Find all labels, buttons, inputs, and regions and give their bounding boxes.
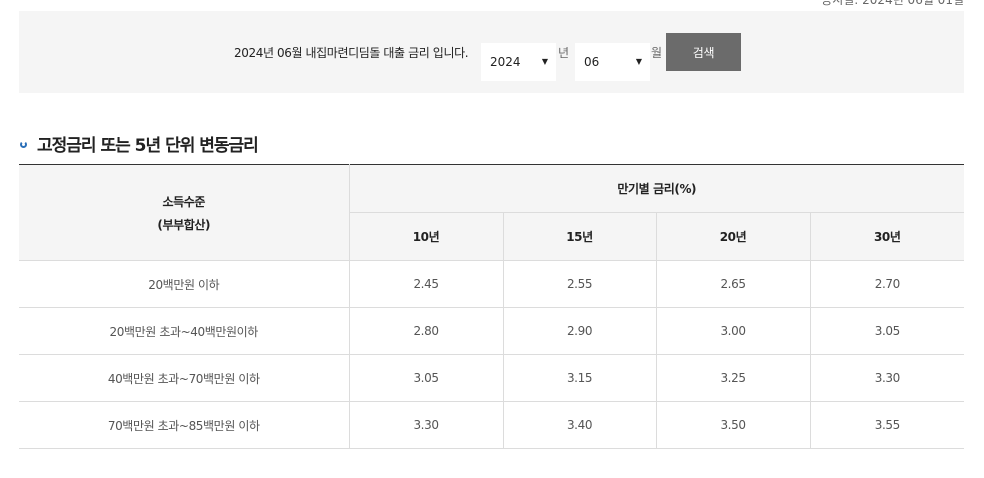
income-header-sub: (부부합산) — [157, 217, 211, 232]
rate-cell: 2.90 — [503, 307, 657, 355]
table-row: 40백만원 초과~70백만원 이하 3.05 3.15 3.25 3.30 — [19, 354, 965, 402]
rate-cell: 3.05 — [810, 307, 965, 355]
rate-cell: 3.05 — [349, 354, 504, 402]
year-select-value: 2024 — [490, 55, 521, 69]
section-title: 고정금리 또는 5년 단위 변동금리 — [37, 136, 259, 156]
caret-down-icon: ▼ — [541, 57, 548, 66]
table-header-row: 소득수준 (부부합산) 만기별 금리(%) — [19, 164, 965, 261]
circle-bullet-icon — [20, 141, 27, 148]
income-cell: 70백만원 초과~85백만원 이하 — [19, 401, 350, 449]
rate-cell: 2.65 — [656, 260, 811, 308]
maturity-header: 만기별 금리(%) — [349, 164, 965, 213]
rate-cell: 3.55 — [810, 401, 965, 449]
term-header: 20년 — [656, 212, 811, 261]
month-select[interactable]: 06 ▼ — [575, 43, 650, 81]
search-description: 2024년 06월 내집마련디딤돌 대출 금리 입니다. — [234, 46, 469, 60]
rate-cell: 2.55 — [503, 260, 657, 308]
rate-cell: 2.45 — [349, 260, 504, 308]
term-header: 15년 — [503, 212, 657, 261]
rate-cell: 3.30 — [349, 401, 504, 449]
search-button[interactable]: 검색 — [666, 33, 741, 71]
rate-cell: 2.80 — [349, 307, 504, 355]
income-cell: 20백만원 초과~40백만원이하 — [19, 307, 350, 355]
table-row: 20백만원 이하 2.45 2.55 2.65 2.70 — [19, 260, 965, 308]
rate-cell: 3.25 — [656, 354, 811, 402]
income-cell: 40백만원 초과~70백만원 이하 — [19, 354, 350, 402]
caret-down-icon: ▼ — [635, 57, 642, 66]
year-select[interactable]: 2024 ▼ — [481, 43, 556, 81]
announcement-date: 공시일: 2024년 06월 01일 — [821, 0, 964, 7]
rate-cell: 3.15 — [503, 354, 657, 402]
rate-cell: 3.50 — [656, 401, 811, 449]
rate-cell: 2.70 — [810, 260, 965, 308]
search-panel: 2024년 06월 내집마련디딤돌 대출 금리 입니다. 2024 ▼ 년 06… — [19, 11, 964, 93]
income-header: 소득수준 (부부합산) — [19, 164, 350, 261]
table-row: 70백만원 초과~85백만원 이하 3.30 3.40 3.50 3.55 — [19, 401, 965, 449]
year-unit-label: 년 — [558, 46, 570, 60]
rate-cell: 3.40 — [503, 401, 657, 449]
month-unit-label: 월 — [651, 46, 663, 60]
term-header: 10년 — [349, 212, 504, 261]
table-row: 20백만원 초과~40백만원이하 2.80 2.90 3.00 3.05 — [19, 307, 965, 355]
income-header-label: 소득수준 — [162, 194, 206, 209]
rate-cell: 3.00 — [656, 307, 811, 355]
section-header: 고정금리 또는 5년 단위 변동금리 — [20, 131, 259, 156]
rate-table: 소득수준 (부부합산) 만기별 금리(%) 10년 15년 20년 30년 20… — [19, 164, 965, 449]
rate-cell: 3.30 — [810, 354, 965, 402]
month-select-value: 06 — [584, 55, 600, 69]
term-header: 30년 — [810, 212, 965, 261]
income-cell: 20백만원 이하 — [19, 260, 350, 308]
